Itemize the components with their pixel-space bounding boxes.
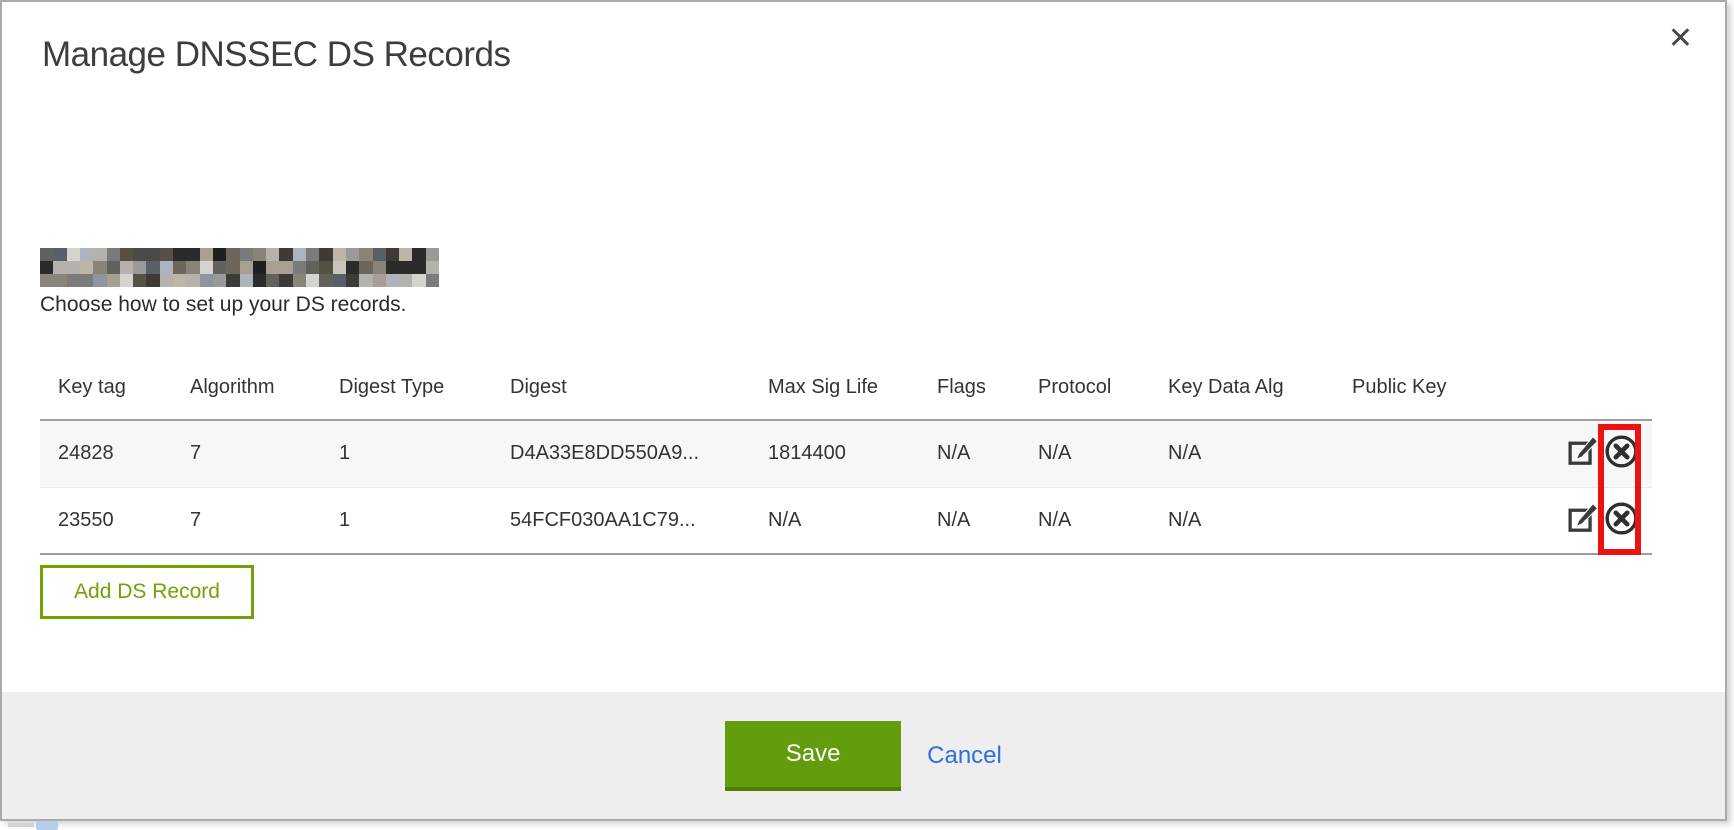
table-row: 24828 7 1 D4A33E8DD550A9... 1814400 N/A … (40, 420, 1652, 487)
column-header-public-key: Public Key (1334, 358, 1547, 420)
column-header-key-data-alg: Key Data Alg (1150, 358, 1334, 420)
cell-public-key (1334, 487, 1547, 554)
table-row: 23550 7 1 54FCF030AA1C79... N/A N/A N/A … (40, 487, 1652, 554)
cell-key-tag: 24828 (40, 420, 172, 487)
column-header-max-sig-life: Max Sig Life (750, 358, 919, 420)
cancel-link[interactable]: Cancel (927, 742, 1002, 770)
cell-flags: N/A (919, 487, 1020, 554)
edit-record-icon[interactable] (1566, 435, 1599, 468)
cell-max-sig-life: N/A (750, 487, 919, 554)
page-title: Manage DNSSEC DS Records (42, 35, 510, 75)
cell-flags: N/A (919, 420, 1020, 487)
column-header-algorithm: Algorithm (172, 358, 321, 420)
add-ds-record-button[interactable]: Add DS Record (40, 565, 254, 619)
cell-public-key (1334, 420, 1547, 487)
cell-protocol: N/A (1020, 420, 1150, 487)
edit-record-icon[interactable] (1566, 502, 1599, 535)
cell-key-tag: 23550 (40, 487, 172, 554)
cell-key-data-alg: N/A (1150, 420, 1334, 487)
cell-digest: 54FCF030AA1C79... (492, 487, 750, 554)
background-page-fragment (8, 823, 34, 827)
cell-key-data-alg: N/A (1150, 487, 1334, 554)
column-header-key-tag: Key tag (40, 358, 172, 420)
column-header-actions (1547, 358, 1652, 420)
cell-max-sig-life: 1814400 (750, 420, 919, 487)
delete-record-icon[interactable] (1603, 500, 1640, 537)
cell-digest-type: 1 (321, 420, 492, 487)
table-header-row: Key tag Algorithm Digest Type Digest Max… (40, 358, 1652, 420)
ds-records-table: Key tag Algorithm Digest Type Digest Max… (40, 358, 1652, 555)
ds-records-table-wrap: Key tag Algorithm Digest Type Digest Max… (40, 358, 1652, 555)
instruction-text: Choose how to set up your DS records. (40, 293, 407, 317)
column-header-protocol: Protocol (1020, 358, 1150, 420)
column-header-flags: Flags (919, 358, 1020, 420)
column-header-digest-type: Digest Type (321, 358, 492, 420)
save-button[interactable]: Save (725, 721, 901, 791)
cell-actions (1547, 487, 1652, 554)
cell-algorithm: 7 (172, 487, 321, 554)
cell-digest: D4A33E8DD550A9... (492, 420, 750, 487)
cell-digest-type: 1 (321, 487, 492, 554)
cell-actions (1547, 420, 1652, 487)
delete-record-icon[interactable] (1603, 433, 1640, 470)
manage-dnssec-modal: Manage DNSSEC DS Records ✕ Choose how to… (0, 0, 1727, 821)
cell-algorithm: 7 (172, 420, 321, 487)
background-page-fragment (36, 821, 58, 830)
cell-protocol: N/A (1020, 487, 1150, 554)
modal-footer: Save Cancel (2, 692, 1725, 819)
redacted-domain-name (40, 248, 439, 287)
close-icon[interactable]: ✕ (1668, 24, 1693, 54)
column-header-digest: Digest (492, 358, 750, 420)
